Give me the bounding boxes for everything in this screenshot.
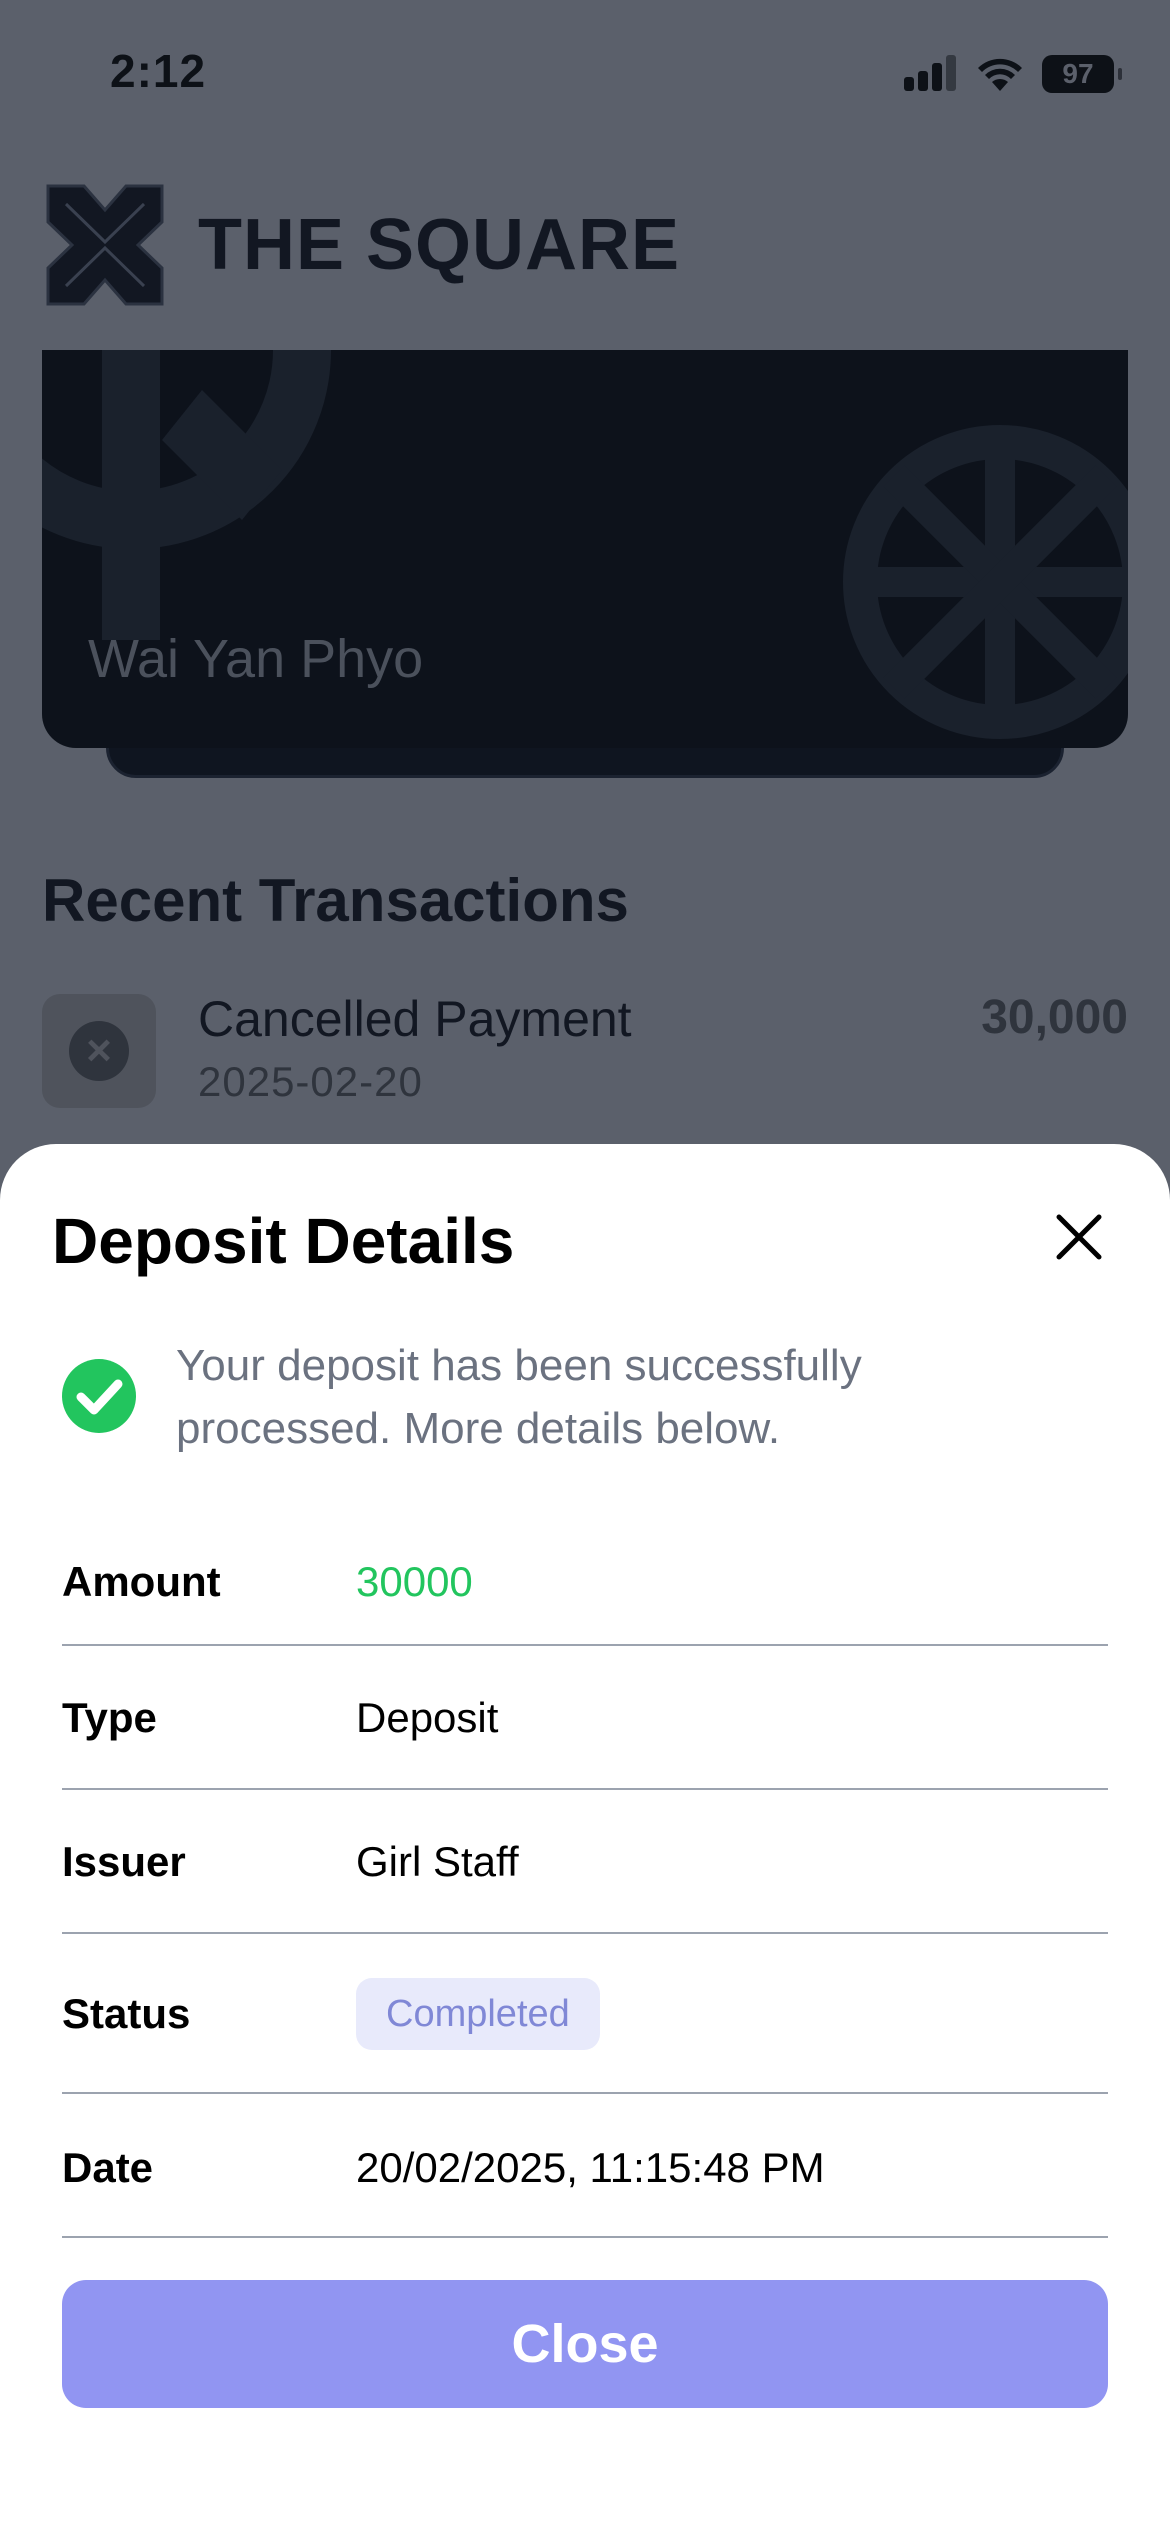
battery-icon: 97 [1042, 55, 1122, 93]
cancel-icon: × [42, 994, 156, 1108]
check-circle-icon [62, 1359, 136, 1433]
detail-label: Date [62, 2144, 154, 2191]
amount-value: 30000 [356, 1558, 473, 1605]
battery-level: 97 [1062, 58, 1094, 89]
recent-transactions-title: Recent Transactions [42, 867, 629, 934]
brand-logo-icon [46, 184, 164, 306]
success-message: Your deposit has been successfully proce… [176, 1341, 862, 1453]
member-card[interactable]: Wai Yan Phyo [42, 350, 1128, 748]
card-holder-name: Wai Yan Phyo [88, 629, 424, 689]
detail-label: Issuer [62, 1838, 186, 1885]
deposit-details-sheet: Deposit Details Your deposit has been su… [0, 1144, 1170, 2532]
transaction-title[interactable]: Cancelled Payment [198, 990, 632, 1048]
status-icons: 97 [904, 52, 1122, 96]
detail-row-type: Type Deposit [62, 1646, 1108, 1790]
issuer-value: Girl Staff [356, 1838, 519, 1885]
detail-row-issuer: Issuer Girl Staff [62, 1790, 1108, 1934]
close-button[interactable]: Close [62, 2280, 1108, 2408]
brand-header: THE SQUARE [44, 182, 680, 308]
detail-row-date: Date 20/02/2025, 11:15:48 PM [62, 2094, 1108, 2238]
transaction-amount: 30,000 [981, 991, 1128, 1044]
date-value: 20/02/2025, 11:15:48 PM [356, 2144, 825, 2191]
type-value: Deposit [356, 1694, 499, 1741]
wifi-icon [978, 58, 1022, 91]
close-icon[interactable] [1054, 1212, 1104, 1262]
detail-row-amount: Amount 30000 [62, 1534, 1108, 1646]
signal-icon [904, 55, 956, 91]
detail-label: Amount [62, 1558, 221, 1605]
detail-label: Type [62, 1694, 157, 1741]
status-bar: 2:12 97 [0, 0, 1170, 150]
transaction-date: 2025-02-20 [198, 1058, 423, 1105]
status-time: 2:12 [110, 45, 207, 97]
sheet-title: Deposit Details [52, 1205, 515, 1277]
status-badge: Completed [356, 1978, 600, 2050]
brand-name: THE SQUARE [198, 205, 681, 285]
detail-label: Status [62, 1990, 191, 2037]
cancel-circle: × [69, 1021, 129, 1081]
detail-row-status: Status Completed [62, 1934, 1108, 2094]
